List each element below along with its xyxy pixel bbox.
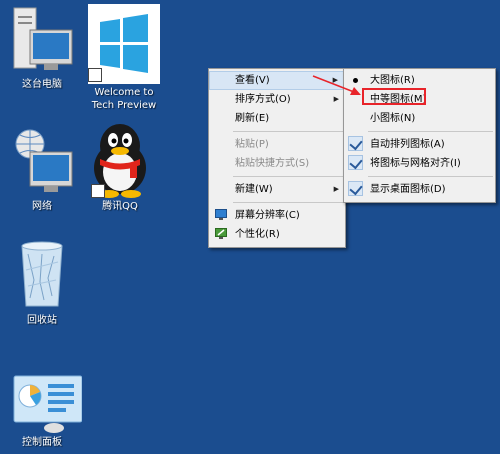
menu-item-refresh-label: 刷新(E) (235, 113, 270, 124)
menu-item-paste-label: 粘贴(P) (235, 139, 269, 150)
this-pc-icon[interactable]: 这台电脑 (0, 4, 84, 91)
menu-separator (368, 176, 493, 177)
submenu-arrow-icon: ▶ (333, 95, 339, 103)
recycle-bin-icon (10, 240, 74, 312)
menu-item-paste-shortcut[interactable]: 粘贴快捷方式(S) (209, 154, 345, 173)
submenu-item-show-desktop-icons[interactable]: 显示桌面图标(D) (344, 180, 495, 199)
recycle-bin-label: 回收站 (27, 315, 57, 326)
menu-item-new[interactable]: 新建(W) ▶ (209, 180, 345, 199)
menu-item-personalize[interactable]: 个性化(R) (209, 225, 345, 244)
tencent-qq-icon-item[interactable]: 腾讯QQ (78, 120, 162, 213)
submenu-arrow-icon: ▶ (332, 76, 338, 84)
submenu-item-align-to-grid-label: 将图标与网格对齐(I) (370, 158, 461, 169)
menu-item-view[interactable]: 查看(V) ▶ (209, 71, 345, 90)
network-label: 网络 (32, 201, 52, 212)
menu-item-sort-by-label: 排序方式(O) (235, 94, 291, 105)
welcome-label: Welcome to Tech Preview (91, 87, 157, 111)
submenu-item-show-desktop-icons-label: 显示桌面图标(D) (370, 184, 446, 195)
network-icon (10, 126, 74, 198)
menu-item-personalize-label: 个性化(R) (235, 229, 280, 240)
highlight-box (362, 88, 426, 105)
submenu-item-auto-arrange-label: 自动排列图标(A) (370, 139, 445, 150)
menu-item-sort-by[interactable]: 排序方式(O) ▶ (209, 90, 345, 109)
menu-item-new-label: 新建(W) (235, 184, 273, 195)
menu-item-screen-resolution-label: 屏幕分辨率(C) (235, 210, 300, 221)
menu-item-paste[interactable]: 粘贴(P) (209, 135, 345, 154)
shortcut-arrow-icon (91, 184, 105, 198)
menu-item-refresh[interactable]: 刷新(E) (209, 109, 345, 128)
computer-icon (10, 4, 74, 76)
control-panel-icon-item[interactable]: 控制面板 (0, 370, 84, 449)
shortcut-arrow-icon (88, 68, 102, 82)
menu-separator (368, 131, 493, 132)
menu-item-screen-resolution[interactable]: 屏幕分辨率(C) (209, 206, 345, 225)
windows-tile-icon (86, 4, 162, 84)
recycle-bin-icon-item[interactable]: 回收站 (0, 240, 84, 327)
desktop-context-menu: 查看(V) ▶ 排序方式(O) ▶ 刷新(E) 粘贴(P) 粘贴快捷方式(S) … (208, 68, 346, 248)
qq-penguin-icon (85, 120, 155, 198)
submenu-item-auto-arrange[interactable]: 自动排列图标(A) (344, 135, 495, 154)
submenu-item-align-to-grid[interactable]: 将图标与网格对齐(I) (344, 154, 495, 173)
checkmark-icon (348, 136, 363, 151)
menu-separator (233, 176, 343, 177)
checkmark-icon (348, 155, 363, 170)
network-icon-item[interactable]: 网络 (0, 126, 84, 213)
submenu-item-small-icons-label: 小图标(N) (370, 113, 416, 124)
qq-label: 腾讯QQ (102, 201, 138, 212)
display-icon (215, 209, 227, 220)
menu-separator (233, 131, 343, 132)
submenu-item-large-icons-label: 大图标(R) (370, 75, 415, 86)
personalize-icon (215, 228, 227, 239)
menu-separator (233, 202, 343, 203)
control-panel-icon (10, 370, 83, 442)
selected-dot-icon (353, 78, 358, 83)
submenu-arrow-icon: ▶ (333, 185, 339, 193)
submenu-item-small-icons[interactable]: 小图标(N) (344, 109, 495, 128)
welcome-tech-preview-icon[interactable]: Welcome to Tech Preview (82, 4, 166, 112)
checkmark-icon (348, 181, 363, 196)
menu-item-view-label: 查看(V) (235, 75, 270, 86)
menu-item-paste-shortcut-label: 粘贴快捷方式(S) (235, 158, 310, 169)
this-pc-label: 这台电脑 (22, 79, 62, 90)
